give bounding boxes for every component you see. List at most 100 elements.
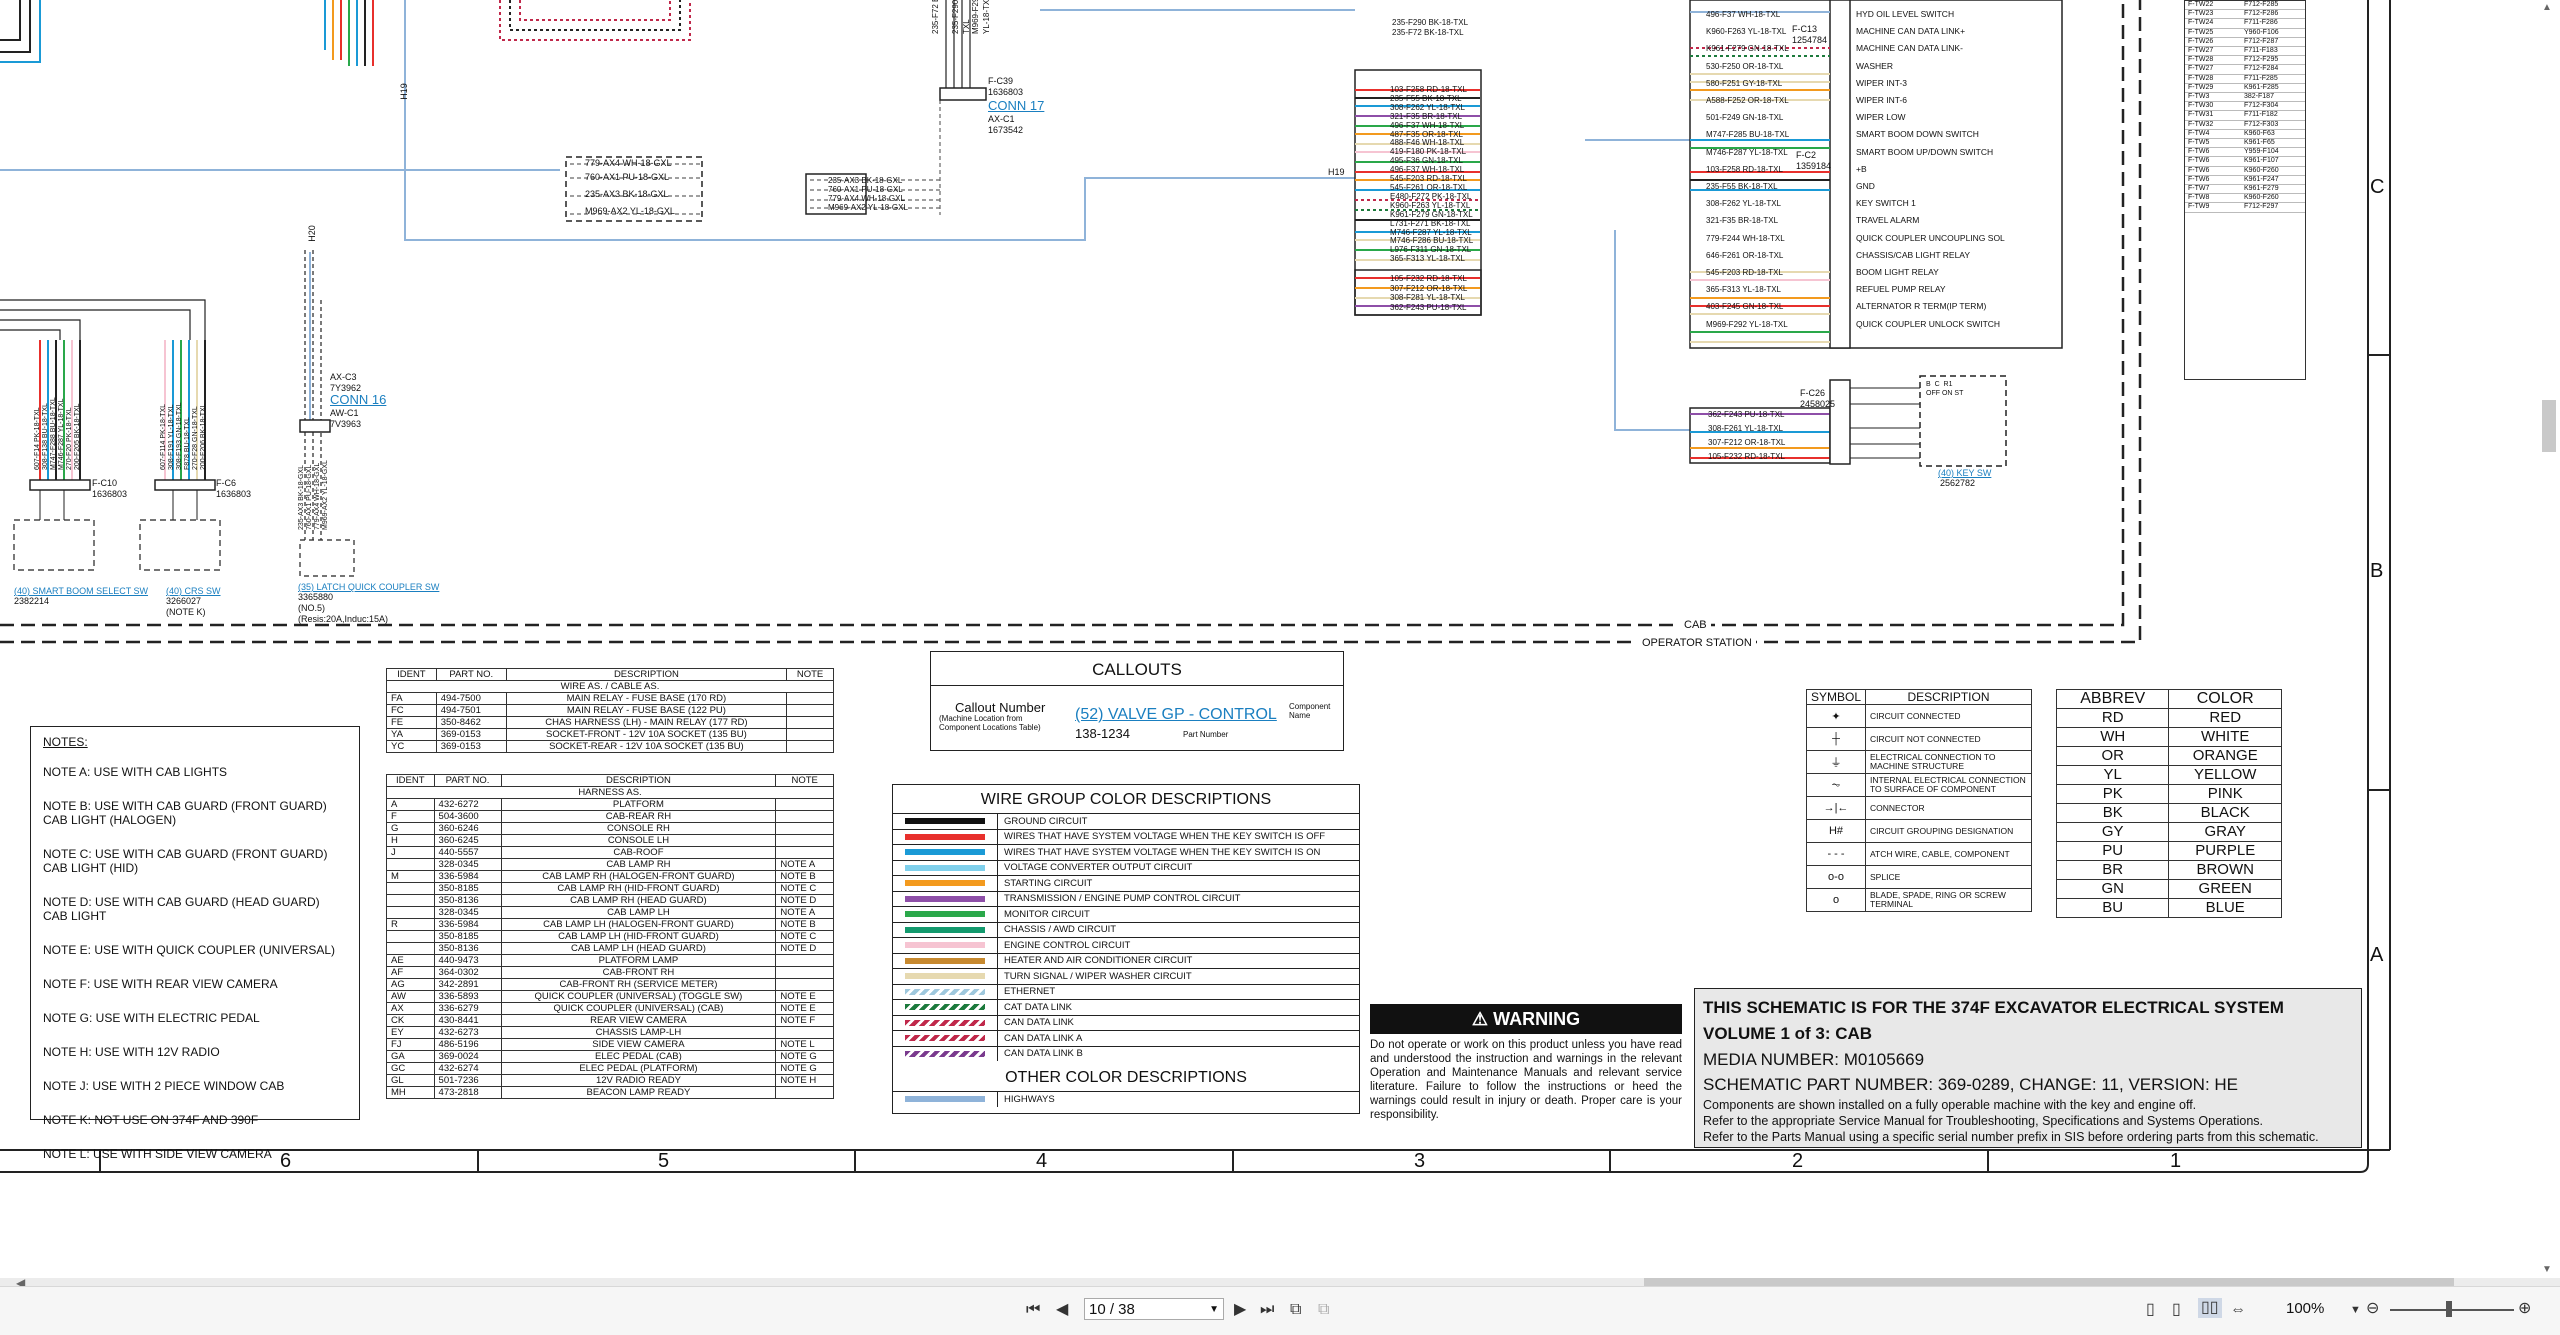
zoom-dropdown-icon[interactable]: ▼ <box>2350 1300 2361 1320</box>
table-row: RD RED <box>2055 708 2282 728</box>
ident-cell <box>775 966 834 979</box>
continuous-page-icon[interactable]: ▯ <box>2172 1300 2181 1320</box>
fit-width-icon[interactable]: ⇔ <box>2230 1300 2246 1320</box>
wire-group-row: CAT DATA LINK <box>893 999 1359 1015</box>
ident-cell: 350-8185 <box>433 930 502 943</box>
ident-cell: FA <box>386 692 437 705</box>
symbol-desc: CONNECTOR <box>1865 796 2032 820</box>
table-row: M 336-5984 CAB LAMP RH (HALOGEN-FRONT GUAR… <box>386 870 834 883</box>
abbrev-list-row: F-TW6 K960-F260 <box>2185 167 2305 176</box>
ident-cell <box>775 822 834 835</box>
switch-label: +B <box>1856 163 1867 174</box>
single-page-icon[interactable]: ▯ <box>2146 1300 2155 1320</box>
wire-group-label: TRANSMISSION / ENGINE PUMP CONTROL CIRCU… <box>1004 893 1241 905</box>
scroll-up-icon[interactable]: ▲ <box>2542 2 2552 13</box>
abbrev-list-value: F711-F286 <box>2244 19 2278 27</box>
wire-color-swatch <box>905 973 985 980</box>
table-row: 328-0345 CAB LAMP RH NOTE A <box>386 858 834 871</box>
abbrev-list-code: F-TW7 <box>2188 185 2210 193</box>
switch-label: QUICK COUPLER UNLOCK SWITCH <box>1856 318 2001 329</box>
ident-cell: 12V RADIO READY <box>500 1074 777 1087</box>
chevron-down-icon: ▼ <box>1209 1304 1219 1315</box>
center-block-labels: 103-F258 RD-18-TXL 235-F55 BK-18-TXL 308-F… <box>1390 85 1473 264</box>
rotate-icon[interactable]: ⧉ <box>1290 1300 1301 1320</box>
zoom-slider[interactable] <box>2390 1301 2514 1317</box>
scroll-down-icon[interactable]: ▼ <box>2542 1264 2552 1275</box>
ident-cell: 350-8136 <box>433 942 502 955</box>
symbol-desc: BLADE, SPADE, RING OR SCREW TERMINAL <box>1865 888 2032 912</box>
symbol-glyph-icon: ⏚ <box>1805 750 1867 774</box>
wire-label: M746-F287 YL-18-TXL <box>1706 147 1788 157</box>
ident-cell: 369-0153 <box>435 728 507 741</box>
wire-swatch-cell <box>893 969 998 984</box>
c26-code: F-C26 2458025 <box>1800 388 1836 409</box>
ident-cell: NOTE B <box>775 870 834 883</box>
prev-page-icon[interactable]: ◀ <box>1056 1300 1068 1320</box>
switch-label: WASHER <box>1856 60 1893 71</box>
row-letter-c: C <box>2370 176 2385 198</box>
zoom-slider-handle[interactable] <box>2446 1301 2452 1317</box>
ident-cell: J <box>386 846 435 859</box>
wire-group-label: GROUND CIRCUIT <box>1004 815 1088 827</box>
list-item: NOTE J: USE WITH 2 PIECE WINDOW CAB <box>43 1079 285 1093</box>
ident-cell: SIDE VIEW CAMERA <box>500 1038 777 1051</box>
table-row: FE 350-8462 CHAS HARNESS (LH) - MAIN RELAY… <box>386 716 834 729</box>
ident-cell: 350-8462 <box>435 716 507 729</box>
wire-group-row: STARTING CIRCUIT <box>893 875 1359 891</box>
abbrev-list-row: F-TW27 F711-F183 <box>2185 47 2305 57</box>
wire-group-row: WIRES THAT HAVE SYSTEM VOLTAGE WHEN THE … <box>893 828 1359 844</box>
ident-cell: 360-6246 <box>433 822 502 835</box>
table-row: 350-8136 CAB LAMP LH (HEAD GUARD) NOTE D <box>386 942 834 955</box>
wire-color-swatch <box>905 1035 985 1042</box>
wire-color-swatch <box>905 833 985 840</box>
title-line5: Components are shown installed on a full… <box>1703 1098 2197 1112</box>
last-page-icon[interactable]: ⏭ <box>1260 1300 1274 1320</box>
abbrev-list-row: F-TW32 F712-F303 <box>2185 121 2305 130</box>
abbrev-list-value: F711-F285 <box>2244 74 2278 82</box>
color-cell: OR <box>2055 746 2170 766</box>
wire-label: K960-F263 YL-18-TXL <box>1706 27 1787 37</box>
wire-swatch-cell <box>893 1092 998 1107</box>
ident-cell: 486-5196 <box>433 1038 502 1051</box>
zoom-value[interactable]: 100% <box>2286 1300 2324 1317</box>
wire-label: 200-F206 BK-18-TXL <box>200 403 207 470</box>
first-page-icon[interactable]: ⏮ <box>1026 1300 1040 1320</box>
zoom-out-icon[interactable]: ⊖ <box>2366 1299 2379 1319</box>
callout-part-number: 138-1234 <box>1075 726 1130 741</box>
wire-label: 307-F212 OR-18-TXL <box>1708 438 1786 447</box>
callouts-box: CALLOUTS Callout Number (Machine Locatio… <box>930 651 1344 751</box>
ident-cell: 494-7500 <box>435 692 507 705</box>
vertical-scrollbar-thumb[interactable] <box>2542 400 2556 452</box>
zoom-in-icon[interactable]: ⊕ <box>2518 1299 2531 1319</box>
ident-cell: EY <box>386 1026 435 1039</box>
color-header-row: ABBREV COLOR <box>2055 689 2282 709</box>
color-cell: RED <box>2168 708 2282 728</box>
page-select[interactable]: 10 / 38 ▼ <box>1084 1298 1224 1320</box>
ident-cell: ELEC PEDAL (CAB) <box>500 1050 777 1063</box>
callout-example-link[interactable]: (52) VALVE GP - CONTROL <box>1075 706 1277 724</box>
wire-label: M747-F288 BU-18-TXL <box>50 397 57 470</box>
ident-cell: M <box>386 870 435 883</box>
next-page-icon[interactable]: ▶ <box>1234 1300 1246 1320</box>
table-row: YL YELLOW <box>2055 765 2282 785</box>
wire-group-label: CHASSIS / AWD CIRCUIT <box>1004 924 1117 936</box>
abbrev-list-row: F-TW6 K961-F107 <box>2185 157 2305 167</box>
copy-icon[interactable]: ⧉ <box>1318 1300 1329 1320</box>
switch-label: QUICK COUPLER UNCOUPLING SOL <box>1856 232 2005 243</box>
list-item: NOTE A: USE WITH CAB LIGHTS <box>43 765 228 779</box>
wire-label: 270-F28 GN-18-TXL <box>192 406 199 470</box>
conn16-link[interactable]: CONN 16 <box>330 392 386 407</box>
conn17-link[interactable]: CONN 17 <box>988 98 1044 113</box>
color-cell: GN <box>2055 879 2170 899</box>
title-line4: SCHEMATIC PART NUMBER: 369-0289, CHANGE:… <box>1703 1075 2239 1094</box>
ident-cell: AW <box>386 990 435 1003</box>
list-item: NOTE G: USE WITH ELECTRIC PEDAL <box>43 1011 260 1025</box>
ident-cell: 328-0345 <box>433 858 502 871</box>
two-page-icon[interactable]: ▯▯ <box>2198 1298 2222 1318</box>
ident-cell: 342-2891 <box>433 978 502 991</box>
horizontal-scrollbar-thumb[interactable] <box>1644 1278 2454 1286</box>
horizontal-scrollbar-track[interactable] <box>0 1278 2560 1286</box>
abbrev-list-value: F712-F303 <box>2244 120 2279 128</box>
wire-label: 235-F55 BK-18-TXL <box>1706 182 1778 192</box>
title-line6: Refer to the appropriate Service Manual … <box>1703 1114 2264 1128</box>
